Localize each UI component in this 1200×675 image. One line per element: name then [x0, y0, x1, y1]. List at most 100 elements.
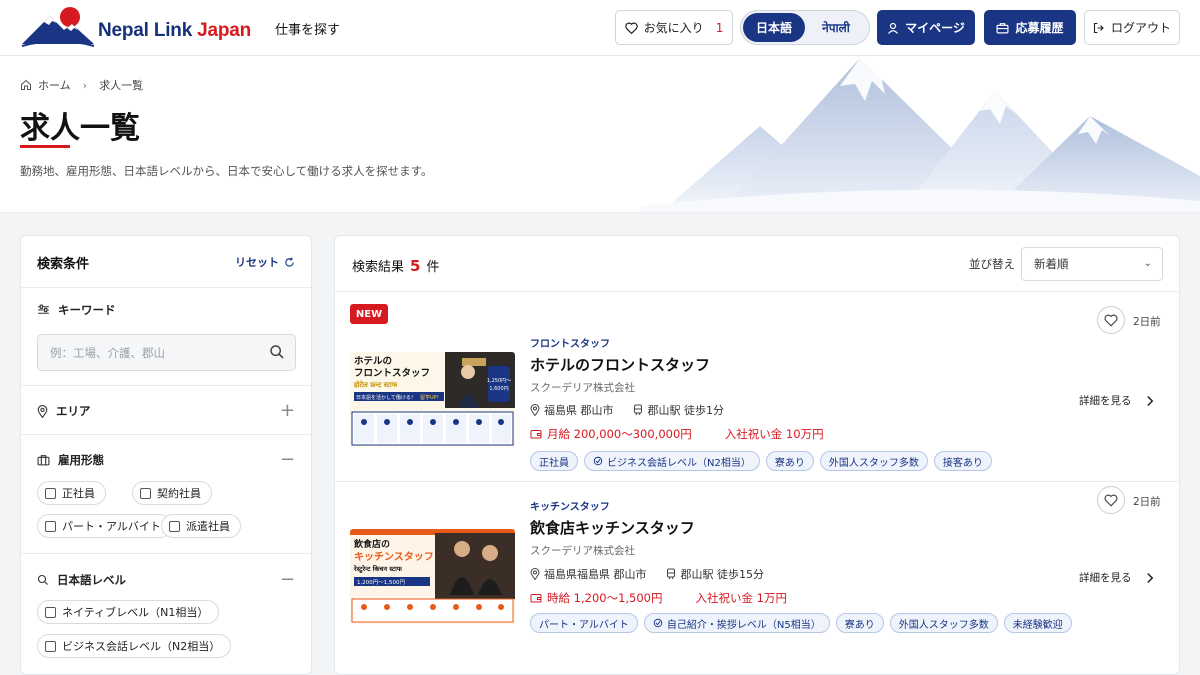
svg-text:ホテルの: ホテルの: [354, 356, 392, 367]
keyword-input[interactable]: [38, 335, 248, 370]
lang-nepali[interactable]: नेपाली: [805, 13, 867, 42]
tag-japanese-level: 自己紹介・挨拶レベル（N5相当）: [643, 613, 830, 633]
sort-select[interactable]: 新着順 ⌄: [1021, 247, 1163, 281]
signing-bonus: 入社祝い金 1万円: [695, 591, 787, 605]
view-details-label: 詳細を見る: [1079, 395, 1132, 407]
job-title[interactable]: ホテルのフロントスタッフ: [530, 354, 710, 375]
divider: [21, 287, 311, 288]
breadcrumb-separator-icon: ›: [82, 78, 88, 92]
employment-option-parttime[interactable]: パート・アルバイト: [37, 514, 172, 538]
svg-text:1,250円〜: 1,250円〜: [487, 378, 511, 384]
mountain-illustration: [640, 58, 1200, 212]
favorite-toggle-button[interactable]: [1097, 486, 1125, 514]
employment-filter-header[interactable]: 雇用形態 −: [37, 449, 295, 471]
japanese-level-option-n2[interactable]: ビジネス会話レベル（N2相当）: [37, 634, 232, 658]
hotel-front-staff-thumbnail-image: 1,250円〜 1,600円 ホテルの フロントスタッフ होटेल फ्रन्…: [350, 352, 515, 447]
heart-icon: [1104, 314, 1118, 327]
breadcrumb-current: 求人一覧: [99, 79, 144, 92]
tag-text: ビジネス会話レベル（N2相当）: [607, 457, 751, 469]
home-icon: [21, 79, 31, 90]
collapse-minus-icon[interactable]: −: [280, 451, 295, 469]
view-details-label: 詳細を見る: [1079, 572, 1132, 584]
mypage-button[interactable]: マイページ: [877, 10, 975, 45]
results-unit: 件: [426, 260, 440, 275]
job-card[interactable]: 飲食店の キッチンスタッフ रेस्टुरेन्ट किचन स्टाफ 1,2…: [335, 482, 1179, 670]
location-pin-icon: [530, 404, 540, 416]
checkbox[interactable]: [169, 520, 180, 532]
tag: 外国人スタッフ多数: [819, 451, 928, 471]
area-label: エリア: [37, 403, 91, 419]
company-name: スクーデリア株式会社: [530, 382, 635, 394]
checkbox[interactable]: [45, 640, 56, 652]
nav-find-jobs[interactable]: 仕事を探す: [275, 19, 340, 38]
svg-text:キッチンスタッフ: キッチンスタッフ: [354, 551, 434, 563]
breadcrumb-home[interactable]: ホーム: [38, 77, 71, 93]
favorites-label: お気に入り: [643, 21, 704, 35]
svg-text:1,600円: 1,600円: [489, 386, 508, 392]
check-circle-icon: [653, 618, 663, 628]
checkbox[interactable]: [140, 487, 151, 499]
employment-label: 雇用形態: [37, 452, 104, 468]
favorites-count: 1: [715, 20, 724, 35]
site-logo[interactable]: Nepal Link Japan: [20, 6, 251, 48]
japanese-level-option-n1[interactable]: ネイティブレベル（N1相当）: [37, 600, 220, 624]
heart-icon: [1104, 494, 1118, 507]
checkbox[interactable]: [45, 606, 56, 618]
reset-button[interactable]: リセット: [235, 254, 295, 270]
breadcrumb: ホーム › 求人一覧: [20, 77, 143, 93]
job-thumbnail[interactable]: 飲食店の キッチンスタッフ रेस्टुरेन्ट किचन स्टाफ 1,2…: [350, 529, 515, 624]
divider: [21, 385, 311, 386]
job-salary: 時給 1,200〜1,500円 入社祝い金 1万円: [530, 590, 787, 606]
divider: [21, 553, 311, 554]
job-thumbnail[interactable]: 1,250円〜 1,600円 ホテルの フロントスタッフ होटेल फ्रन्…: [350, 352, 515, 447]
svg-text:留学UP！: 留学UP！: [420, 394, 442, 401]
japanese-level-filter-header[interactable]: 日本語レベル −: [37, 569, 295, 591]
tag: パート・アルバイト: [530, 613, 638, 633]
checkbox[interactable]: [45, 520, 56, 532]
kitchen-staff-thumbnail-image: 飲食店の キッチンスタッフ रेस्टुरेन्ट किचन स्टाफ 1,2…: [350, 529, 515, 624]
lang-japanese[interactable]: 日本語: [743, 13, 805, 42]
favorite-toggle-button[interactable]: [1097, 306, 1125, 334]
svg-text:飲食店の: 飲食店の: [353, 538, 390, 550]
divider: [21, 434, 311, 435]
job-title[interactable]: 飲食店キッチンスタッフ: [530, 517, 695, 538]
expand-plus-icon[interactable]: +: [280, 402, 295, 420]
signing-bonus: 入社祝い金 10万円: [724, 427, 824, 441]
svg-text:रेस्टुरेन्ट किचन स्टाफ: रेस्टुरेन्ट किचन स्टाफ: [353, 565, 403, 573]
posted-date: 2日前: [1133, 496, 1161, 508]
option-label: パート・アルバイト: [62, 520, 161, 533]
check-circle-icon: [593, 456, 603, 466]
job-category: キッチンスタッフ: [530, 502, 610, 513]
application-history-button[interactable]: 応募履歴: [984, 10, 1076, 45]
svg-text:日本語を活かして働ける！: 日本語を活かして働ける！: [356, 394, 416, 401]
refresh-icon: [285, 256, 294, 267]
employment-option-dispatch[interactable]: 派遣社員: [161, 514, 241, 538]
tag: 未経験歓迎: [1003, 613, 1072, 633]
tag: 外国人スタッフ多数: [889, 613, 998, 633]
location-pin-icon: [37, 404, 48, 418]
view-details-link[interactable]: 詳細を見る: [1079, 393, 1154, 408]
location-text: 福島県 郡山市: [544, 404, 614, 417]
logout-button[interactable]: ログアウト: [1084, 10, 1180, 45]
collapse-minus-icon[interactable]: −: [280, 571, 295, 589]
area-filter-header[interactable]: エリア +: [37, 400, 295, 422]
salary-text: 月給 200,000〜300,000円: [547, 427, 692, 441]
wallet-icon: [530, 430, 542, 439]
japanese-level-label-text: 日本語レベル: [57, 573, 126, 587]
checkbox[interactable]: [45, 487, 56, 499]
view-details-link[interactable]: 詳細を見る: [1079, 570, 1154, 585]
search-icon[interactable]: [269, 344, 285, 360]
page-title: 求人一覧: [20, 111, 140, 146]
logo-text: Nepal Link Japan: [98, 20, 252, 41]
employment-option-contract[interactable]: 契約社員: [132, 481, 212, 505]
briefcase-icon: [37, 455, 50, 466]
page-hero: ホーム › 求人一覧 求人一覧 勤務地、雇用形態、日本語レベルから、日本で安心し…: [0, 56, 1200, 213]
filters-title: 検索条件: [37, 257, 90, 272]
job-card[interactable]: NEW 1,250円〜 1,600円 ホテルの フロントスタッフ होटेल फ…: [335, 292, 1179, 480]
employment-option-fulltime[interactable]: 正社員: [37, 481, 106, 505]
favorites-button[interactable]: お気に入り 1: [615, 10, 733, 45]
results-count: 検索結果 5 件: [352, 256, 439, 275]
logout-icon: [1093, 22, 1104, 33]
train-icon: [633, 404, 642, 416]
search-results-panel: 検索結果 5 件 並び替え 新着順 ⌄ NEW 1,250円〜 1,600円 ホ…: [334, 235, 1180, 675]
